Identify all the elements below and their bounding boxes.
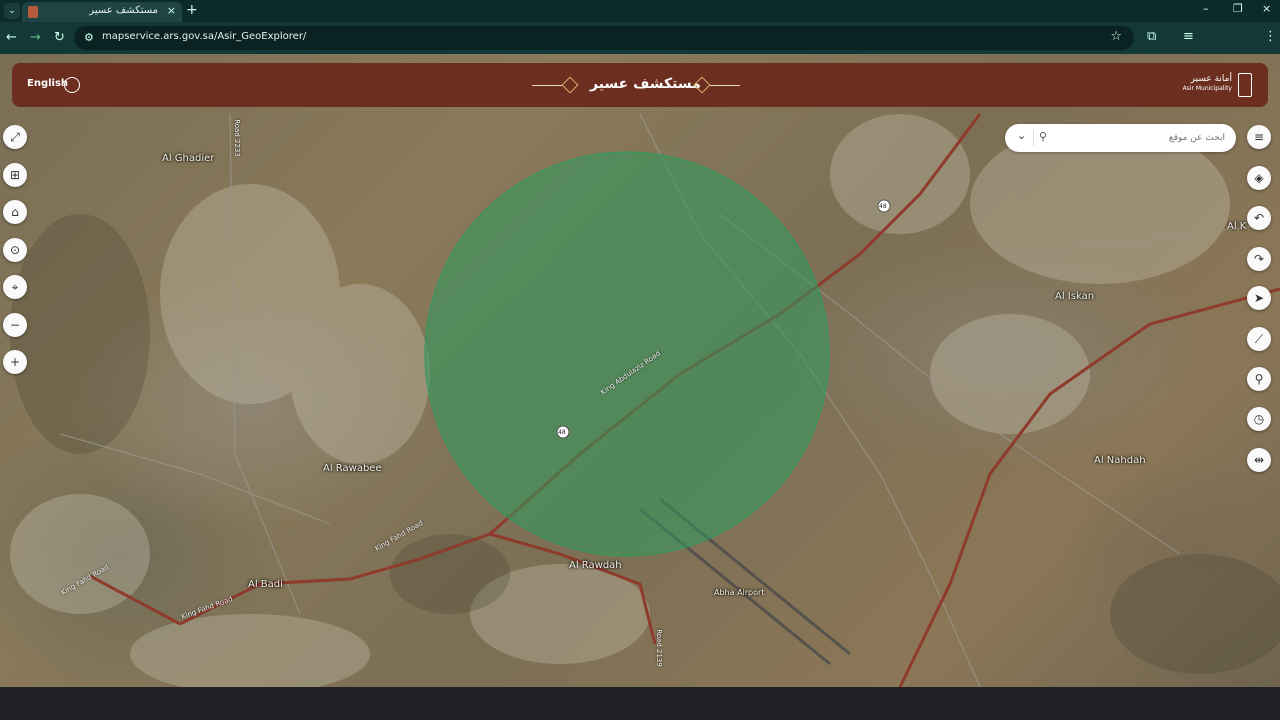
screenshot-button[interactable]: ⊙ bbox=[3, 238, 27, 262]
urban-area bbox=[930, 314, 1090, 434]
route-marker-label: 48 bbox=[879, 203, 887, 210]
time-button[interactable]: ◷ bbox=[1247, 407, 1271, 431]
locate-button[interactable]: ⌖ bbox=[3, 275, 27, 299]
fullscreen-icon: ⤢ bbox=[10, 130, 20, 144]
map-search-button[interactable]: ⚲ bbox=[1247, 367, 1271, 391]
language-toggle[interactable]: English bbox=[27, 78, 68, 89]
measure-button[interactable]: ⟋ bbox=[1247, 327, 1271, 351]
new-tab-button[interactable]: + bbox=[186, 2, 198, 18]
navigate-icon: ➤ bbox=[1253, 291, 1265, 305]
app-header: English مستكشف عسير أمانة عسير Asir Muni… bbox=[12, 63, 1268, 107]
bookmarks-button[interactable]: ⊞ bbox=[3, 163, 27, 187]
undo-button[interactable]: ↶ bbox=[1247, 206, 1271, 230]
navigate-button[interactable]: ➤ bbox=[1247, 286, 1271, 310]
buffer-circle bbox=[424, 151, 830, 557]
diamond-ornament-icon bbox=[561, 76, 579, 94]
place-label: Abha Airport bbox=[714, 588, 765, 597]
address-bar[interactable]: ⚙ mapservice.ars.gov.sa/Asir_GeoExplorer… bbox=[74, 26, 1134, 50]
forward-icon[interactable]: → bbox=[30, 30, 41, 45]
url-text: mapservice.ars.gov.sa/Asir_GeoExplorer/ bbox=[102, 31, 307, 42]
app-title: مستكشف عسير bbox=[590, 76, 701, 92]
browser-tab-bar: ⌄ مستكشف عسير × + – ❐ × bbox=[0, 0, 1280, 22]
home-icon: ⌂ bbox=[11, 205, 19, 219]
extensions-icon[interactable]: ⧉ bbox=[1147, 29, 1156, 44]
place-label: Al Rawabee bbox=[323, 463, 382, 474]
place-label: Al Iskan bbox=[1055, 291, 1095, 302]
redo-icon: ↷ bbox=[1253, 252, 1265, 266]
home-button[interactable]: ⌂ bbox=[3, 200, 27, 224]
chevron-down-icon[interactable]: ⌄ bbox=[1017, 129, 1026, 142]
place-label: Al Nahdah bbox=[1094, 455, 1146, 466]
terrain-dark bbox=[1110, 554, 1280, 674]
locate-icon: ⌖ bbox=[11, 280, 19, 294]
tab-close-icon[interactable]: × bbox=[167, 4, 176, 17]
screenshot-icon: ⊙ bbox=[9, 243, 21, 257]
urban-area bbox=[130, 614, 370, 687]
location-search-box: ⌄ ⚲ bbox=[1005, 124, 1236, 152]
road-label: Road 2139 bbox=[654, 629, 663, 667]
tab-search-button[interactable]: ⌄ bbox=[4, 3, 20, 19]
window-close-button[interactable]: × bbox=[1262, 2, 1271, 15]
zoom-out-icon: − bbox=[9, 318, 21, 332]
terrain-dark bbox=[10, 214, 150, 454]
road-label: Road 2233 bbox=[232, 119, 241, 157]
title-decoration bbox=[710, 85, 740, 86]
layers-icon: ◈ bbox=[1254, 171, 1264, 185]
layers-button[interactable]: ◈ bbox=[1247, 166, 1271, 190]
title-decoration bbox=[532, 85, 562, 86]
media-icon[interactable]: ≡ bbox=[1183, 29, 1194, 44]
back-icon[interactable]: ← bbox=[6, 30, 17, 45]
urban-area bbox=[290, 284, 430, 464]
org-name-ar: أمانة عسير bbox=[1190, 74, 1232, 84]
terrain-dark bbox=[390, 534, 510, 614]
minimize-button[interactable]: – bbox=[1203, 2, 1209, 15]
restore-button[interactable]: ❐ bbox=[1233, 2, 1243, 15]
screen-footer bbox=[0, 687, 1280, 720]
map-view[interactable]: 48 48 Al Ghadier Al Iskan Al Rawabee Al … bbox=[0, 54, 1280, 687]
globe-icon[interactable] bbox=[64, 77, 80, 93]
tab-title: مستكشف عسير bbox=[89, 5, 158, 16]
book-icon: ⊞ bbox=[9, 168, 21, 182]
search-input[interactable] bbox=[1055, 128, 1225, 148]
browser-menu-icon[interactable]: ⋮ bbox=[1264, 29, 1277, 44]
undo-icon: ↶ bbox=[1253, 211, 1265, 225]
fullscreen-button[interactable]: ⤢ bbox=[3, 125, 27, 149]
bookmark-star-icon[interactable]: ☆ bbox=[1110, 29, 1122, 44]
place-label: Al Badi bbox=[248, 579, 283, 590]
compare-icon: ⇹ bbox=[1253, 453, 1265, 467]
divider bbox=[1033, 130, 1034, 146]
route-marker-label: 48 bbox=[558, 429, 566, 436]
reload-icon[interactable]: ↻ bbox=[54, 30, 65, 45]
site-info-icon[interactable]: ⚙ bbox=[84, 31, 98, 45]
map-search-icon: ⚲ bbox=[1254, 372, 1264, 386]
org-logo-text: أمانة عسير Asir Municipality bbox=[1183, 75, 1232, 93]
browser-tab[interactable]: مستكشف عسير × bbox=[22, 2, 182, 22]
municipality-emblem-icon bbox=[1238, 73, 1252, 97]
place-label: Al K bbox=[1227, 221, 1247, 232]
redo-button[interactable]: ↷ bbox=[1247, 247, 1271, 271]
place-label: Al Ghadier bbox=[162, 153, 215, 164]
site-favicon-icon bbox=[28, 6, 38, 18]
place-label: Al Rawdah bbox=[569, 560, 622, 571]
time-icon: ◷ bbox=[1253, 412, 1265, 426]
compare-button[interactable]: ⇹ bbox=[1247, 448, 1271, 472]
zoom-out-button[interactable]: − bbox=[3, 313, 27, 337]
panel-toggle-icon: ≡ bbox=[1253, 130, 1265, 144]
org-name-en: Asir Municipality bbox=[1182, 85, 1232, 92]
panel-toggle-button[interactable]: ≡ bbox=[1247, 125, 1271, 149]
measure-icon: ⟋ bbox=[1254, 332, 1264, 346]
zoom-in-icon: + bbox=[9, 355, 21, 369]
browser-toolbar: ← → ↻ ⚙ mapservice.ars.gov.sa/Asir_GeoEx… bbox=[0, 22, 1280, 54]
zoom-in-button[interactable]: + bbox=[3, 350, 27, 374]
search-icon[interactable]: ⚲ bbox=[1039, 130, 1051, 143]
